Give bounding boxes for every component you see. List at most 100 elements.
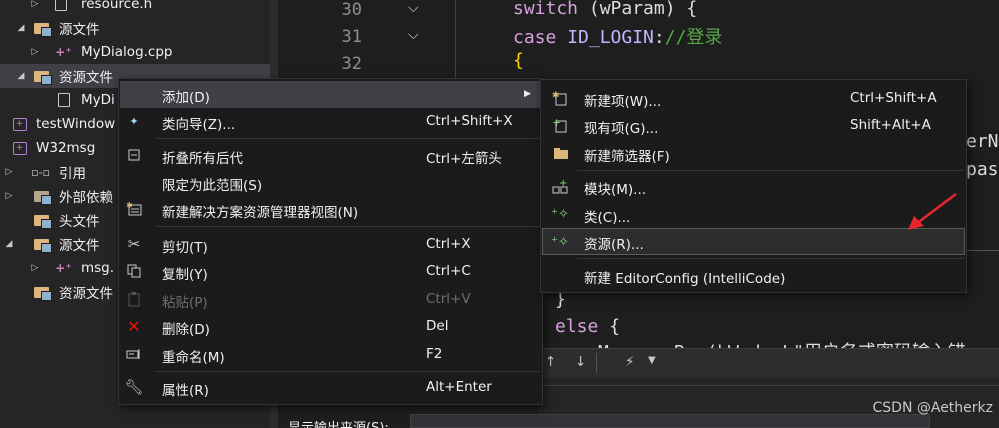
menu-item-collapse-all[interactable]: 折叠所有后代 Ctrl+左箭头 (120, 142, 541, 169)
tree-item-label: 源文件 (59, 238, 100, 254)
submenu-item-editorconfig[interactable]: 新建 EditorConfig (IntelliCode) (542, 262, 965, 289)
tree-item-source-files[interactable]: ◢ 源文件 (0, 16, 270, 40)
svg-text:✱: ✱ (126, 202, 133, 210)
collapse-icon (125, 147, 143, 163)
menu-item-new-explorer-view[interactable]: ✱ 新建解决方案资源管理器视图(N) (120, 196, 541, 223)
menu-item-delete[interactable]: ✕ 删除(D) Del (120, 313, 541, 340)
add-submenu: ✱ 新建项(W)... Ctrl+Shift+A + 现有项(G)... Shi… (540, 79, 967, 293)
tree-item-label: 头文件 (59, 214, 100, 230)
tree-item-label: msg. (81, 260, 115, 276)
svg-text:✱: ✱ (552, 91, 560, 101)
menu-separator (155, 371, 540, 372)
menu-item-rename[interactable]: 重命名(M) F2 (120, 341, 541, 368)
menu-item-label: 新建项(W)... (584, 94, 662, 110)
macro: ID_LOGIN (556, 27, 654, 48)
submenu-item-new-filter[interactable]: 新建筛选器(F) (542, 140, 965, 167)
annotation-arrow-icon (908, 193, 957, 230)
menu-item-label: 资源(R)... (584, 237, 644, 253)
expand-arrow-icon[interactable]: ▷ (29, 262, 41, 274)
tree-item-label: MyDialog.cpp (81, 44, 173, 60)
line-number: 30 (341, 0, 362, 20)
menu-item-shortcut: Ctrl+X (426, 236, 471, 252)
expand-arrow-icon[interactable]: ▷ (3, 166, 15, 178)
collapse-arrow-icon[interactable]: ◢ (3, 238, 15, 250)
menu-item-label: 类向导(Z)... (162, 117, 236, 133)
fold-chevron-icon[interactable]: ⌵ (408, 27, 419, 43)
menu-item-properties[interactable]: 🔧︎ 属性(R) Alt+Enter (120, 374, 541, 401)
collapse-arrow-icon[interactable]: ◢ (15, 70, 27, 82)
menu-item-label: 新建筛选器(F) (584, 149, 670, 165)
code-else-line[interactable]: else { (555, 316, 620, 337)
menu-item-scope-to-this[interactable]: 限定为此范围(S) (120, 169, 541, 196)
collapse-arrow-icon[interactable]: ◢ (15, 22, 27, 34)
tree-item-label: 源文件 (59, 22, 100, 38)
paste-icon (125, 291, 143, 307)
expand-arrow-icon[interactable]: ▷ (3, 190, 15, 202)
menu-separator (155, 138, 540, 139)
menu-item-paste[interactable]: 粘贴(P) Ctrl+V (120, 286, 541, 313)
tree-item-label: 资源文件 (59, 70, 113, 86)
code-text: { (598, 316, 621, 337)
menu-item-label: 添加(D) (162, 90, 210, 106)
menu-item-add[interactable]: 添加(D) ▶ (120, 81, 541, 108)
external-deps-icon (33, 189, 52, 205)
keyword: case (513, 27, 557, 48)
arrow-up-icon[interactable]: ↑ (545, 354, 556, 370)
submenu-item-existing-item[interactable]: + 现有项(G)... Shift+Alt+A (542, 112, 965, 139)
new-view-icon: ✱ (125, 201, 143, 217)
menu-item-copy[interactable]: 复制(Y) Ctrl+C (120, 258, 541, 285)
output-source-select[interactable] (410, 414, 930, 428)
module-icon: + (551, 178, 569, 194)
class-wizard-icon: ✦ (129, 114, 139, 128)
menu-item-shortcut: Ctrl+Shift+X (426, 113, 513, 129)
menu-item-label: 重命名(M) (162, 350, 225, 366)
tree-item-label: W32msg (36, 140, 96, 156)
menu-item-label: 模块(M)... (584, 182, 647, 198)
watermark: CSDN @Aetherkz (872, 400, 994, 416)
references-icon: ▫-▫ (31, 165, 50, 179)
menu-item-shortcut: Ctrl+V (426, 291, 471, 307)
header-file-icon (52, 0, 69, 12)
project-icon: + (11, 117, 28, 132)
fold-chevron-icon[interactable]: ⌵ (408, 0, 419, 16)
tree-item-mydialog-cpp[interactable]: ▷ +⁺ MyDialog.cpp (0, 40, 270, 64)
clear-icon[interactable]: ⚡ (625, 354, 634, 370)
menu-item-label: 折叠所有后代 (162, 151, 243, 167)
tree-item-label: 外部依赖 (59, 190, 113, 206)
folder-icon (33, 21, 52, 37)
resource-icon: ⁺✧ (551, 234, 569, 250)
folder-icon (33, 285, 52, 301)
menu-item-shortcut: Del (426, 318, 449, 334)
code-line-30[interactable]: switch (wParam) { (513, 0, 697, 19)
toolbar-separator (596, 353, 597, 373)
svg-text:+: + (559, 179, 567, 189)
code-text: (wParam) { (578, 0, 698, 19)
menu-separator (577, 170, 964, 171)
expand-arrow-icon[interactable]: ▷ (29, 46, 41, 58)
new-item-icon: ✱ (551, 90, 569, 106)
menu-separator (577, 258, 964, 259)
expand-arrow-icon[interactable]: ▷ (29, 0, 41, 10)
dropdown-arrow-icon[interactable]: ▼ (648, 355, 656, 366)
tree-item-label: 资源文件 (59, 286, 113, 302)
menu-item-label: 复制(Y) (162, 267, 208, 283)
new-filter-icon (551, 145, 569, 161)
menu-item-label: 类(C)... (584, 210, 631, 226)
submenu-item-new-item[interactable]: ✱ 新建项(W)... Ctrl+Shift+A (542, 85, 965, 112)
code-line-32[interactable]: { (513, 50, 524, 71)
tree-item-resource-h[interactable]: ▷ resource.h (0, 0, 270, 16)
tree-item-label: 引用 (59, 166, 86, 182)
code-line-31[interactable]: case ID_LOGIN://登录 (513, 23, 722, 49)
line-number: 32 (341, 54, 362, 74)
menu-item-shortcut: Ctrl+左箭头 (426, 151, 502, 167)
folder-icon (33, 237, 52, 253)
folder-icon (33, 213, 52, 229)
menu-item-shortcut: F2 (426, 346, 443, 362)
output-toolbar: ↑ ↓ ⚡ ▼ (538, 348, 999, 378)
menu-item-label: 现有项(G)... (584, 121, 659, 137)
menu-item-class-wizard[interactable]: ✦ 类向导(Z)... Ctrl+Shift+X (120, 108, 541, 135)
menu-item-cut[interactable]: ✂ 剪切(T) Ctrl+X (120, 231, 541, 258)
code-fragment: erN (966, 131, 999, 152)
arrow-down-icon[interactable]: ↓ (575, 354, 586, 370)
menu-item-label: 新建 EditorConfig (IntelliCode) (584, 271, 786, 287)
